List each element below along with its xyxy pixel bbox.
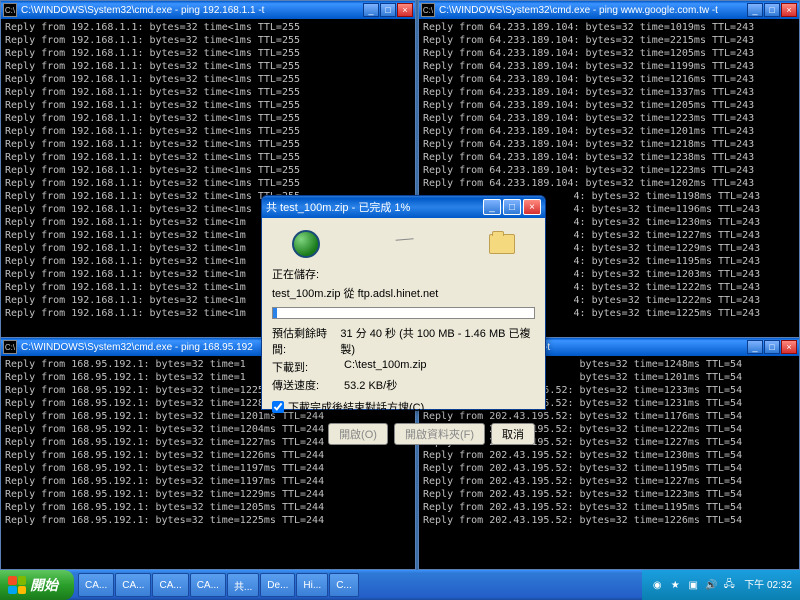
close-when-done-checkbox[interactable] (272, 401, 284, 413)
eta-value: 31 分 40 秒 (共 100 MB - 1.46 MB 已複製) (340, 325, 535, 357)
taskbar: 開始 CA...CA...CA...CA...共...De...Hi...C..… (0, 570, 800, 600)
cmd-icon: C:\ (3, 3, 17, 17)
cmd-title: C:\WINDOWS\System32\cmd.exe - ping www.g… (439, 5, 747, 16)
taskbar-item[interactable]: 共... (227, 573, 259, 597)
speed-value: 53.2 KB/秒 (344, 377, 397, 393)
download-title: 共 test_100m.zip - 已完成 1% (266, 199, 483, 215)
taskbar-item[interactable]: Hi... (296, 573, 328, 597)
dest-label: 下載到: (272, 359, 344, 375)
close-button[interactable]: × (781, 3, 797, 17)
maximize-button[interactable]: □ (503, 199, 521, 215)
cancel-button[interactable]: 取消 (491, 423, 535, 445)
taskbar-item[interactable]: C... (329, 573, 359, 597)
download-dialog: 共 test_100m.zip - 已完成 1% _ □ × 正在儲存: tes… (261, 195, 546, 410)
minimize-button[interactable]: _ (747, 3, 763, 17)
folder-icon (489, 234, 515, 254)
start-button[interactable]: 開始 (0, 570, 74, 600)
maximize-button[interactable]: □ (764, 3, 780, 17)
download-titlebar[interactable]: 共 test_100m.zip - 已完成 1% _ □ × (262, 196, 545, 218)
progress-bar (272, 307, 535, 319)
cmd-title: C:\WINDOWS\System32\cmd.exe - ping 192.1… (21, 5, 363, 16)
download-filename: test_100m.zip 從 ftp.adsl.hinet.net (272, 285, 535, 301)
windows-logo-icon (8, 576, 26, 594)
tray-icon[interactable]: ◉ (650, 578, 664, 592)
close-button[interactable]: × (781, 340, 797, 354)
taskbar-item[interactable]: CA... (190, 573, 226, 597)
dest-value: C:\test_100m.zip (344, 359, 427, 375)
progress-fill (273, 308, 277, 318)
maximize-button[interactable]: □ (380, 3, 396, 17)
cmd-titlebar[interactable]: C:\ C:\WINDOWS\System32\cmd.exe - ping w… (419, 1, 799, 19)
saving-label: 正在儲存: (272, 266, 535, 282)
tray-icon[interactable]: ▣ (686, 578, 700, 592)
taskbar-item[interactable]: CA... (78, 573, 114, 597)
taskbar-clock[interactable]: 下午 02:32 (744, 580, 792, 591)
taskbar-item[interactable]: CA... (152, 573, 188, 597)
globe-icon (292, 230, 320, 258)
taskbar-item[interactable]: CA... (115, 573, 151, 597)
cmd-icon: C:\ (421, 3, 435, 17)
speed-label: 傳送速度: (272, 377, 344, 393)
cmd-icon: C:\ (3, 340, 17, 354)
tray-icon[interactable]: ★ (668, 578, 682, 592)
cmd-titlebar[interactable]: C:\ C:\WINDOWS\System32\cmd.exe - ping 1… (1, 1, 415, 19)
start-label: 開始 (30, 575, 58, 595)
volume-icon[interactable]: 🔊 (704, 578, 718, 592)
network-icon[interactable]: 🖧 (722, 578, 736, 592)
eta-label: 預估剩餘時間: (272, 325, 340, 357)
minimize-button[interactable]: _ (363, 3, 379, 17)
maximize-button[interactable]: □ (764, 340, 780, 354)
close-button[interactable]: × (523, 199, 541, 215)
taskbar-item[interactable]: De... (260, 573, 295, 597)
system-tray[interactable]: ◉ ★ ▣ 🔊 🖧 下午 02:32 (642, 570, 800, 600)
transfer-icon (395, 238, 414, 250)
open-folder-button: 開啟資料夾(F) (394, 423, 485, 445)
minimize-button[interactable]: _ (483, 199, 501, 215)
close-button[interactable]: × (397, 3, 413, 17)
minimize-button[interactable]: _ (747, 340, 763, 354)
open-button: 開啟(O) (328, 423, 388, 445)
close-when-done-label: 下載完成後結束對話方塊(C) (288, 399, 424, 415)
taskbar-items: CA...CA...CA...CA...共...De...Hi...C... (74, 573, 642, 597)
